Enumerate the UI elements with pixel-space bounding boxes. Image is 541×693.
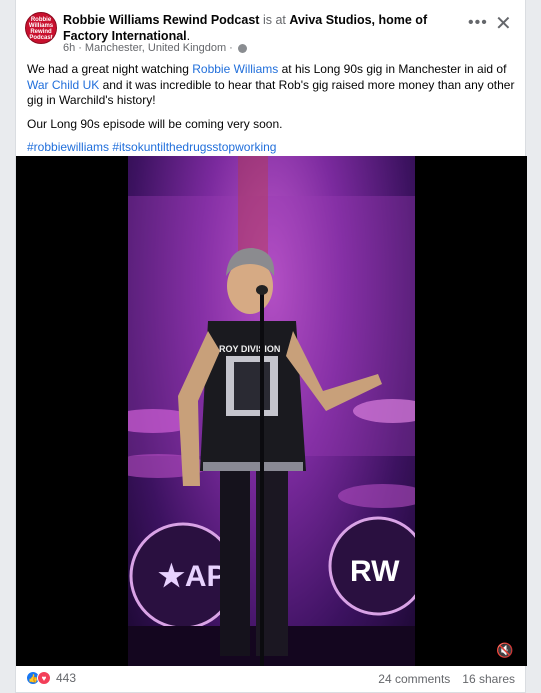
post-stats: 24 comments 16 shares (378, 672, 515, 686)
robbie-williams-link[interactable]: Robbie Williams (192, 62, 278, 76)
reaction-count: 443 (56, 671, 77, 685)
meta-separator: · (229, 42, 233, 54)
shirt-text: ROY DIVISION (219, 344, 280, 354)
comments-count[interactable]: 24 comments (378, 672, 450, 686)
post-hashtags[interactable]: #robbiewilliams #itsokuntilthedrugsstopw… (27, 140, 517, 156)
page-avatar[interactable]: Robbie Williams Rewind Podcast (25, 12, 57, 44)
post-meta: 6h · Manchester, United Kingdom · (63, 42, 247, 54)
meta-separator: · (78, 42, 82, 54)
shares-count[interactable]: 16 shares (462, 672, 515, 686)
post-paragraph-1: We had a great night watching Robbie Wil… (27, 62, 515, 107)
page-name-link[interactable]: Robbie Williams Rewind Podcast (63, 13, 259, 27)
post-body: We had a great night watching Robbie Wil… (27, 62, 517, 164)
post-header: Robbie Williams Rewind Podcast Robbie Wi… (16, 0, 525, 58)
reaction-summary[interactable]: 👍 ♥ 443 (26, 671, 76, 685)
drum-logo-right: RW (350, 555, 400, 588)
close-icon[interactable]: ✕ (495, 11, 512, 36)
more-options-icon[interactable]: ••• (468, 14, 488, 32)
is-at-text: is at (262, 13, 286, 27)
war-child-link[interactable]: War Child UK (27, 78, 99, 92)
post-card: Robbie Williams Rewind Podcast Robbie Wi… (15, 0, 527, 693)
post-paragraph-2: Our Long 90s episode will be coming very… (27, 116, 283, 131)
speaker-muted-icon[interactable]: 🔇 (496, 642, 513, 659)
video-frame: ★API RW ROY DIVISION (128, 156, 415, 666)
post-footer: 👍 ♥ 443 24 comments 16 shares (16, 666, 525, 693)
love-reaction-icon: ♥ (37, 671, 51, 685)
post-location[interactable]: Manchester, United Kingdom (85, 42, 226, 54)
globe-icon[interactable] (237, 43, 247, 53)
post-title: Robbie Williams Rewind Podcast is at Avi… (63, 13, 428, 43)
concert-scene: ★API RW ROY DIVISION (128, 156, 415, 666)
video-player[interactable]: ★API RW ROY DIVISION 🔇 (16, 156, 527, 666)
post-time[interactable]: 6h (63, 42, 75, 54)
